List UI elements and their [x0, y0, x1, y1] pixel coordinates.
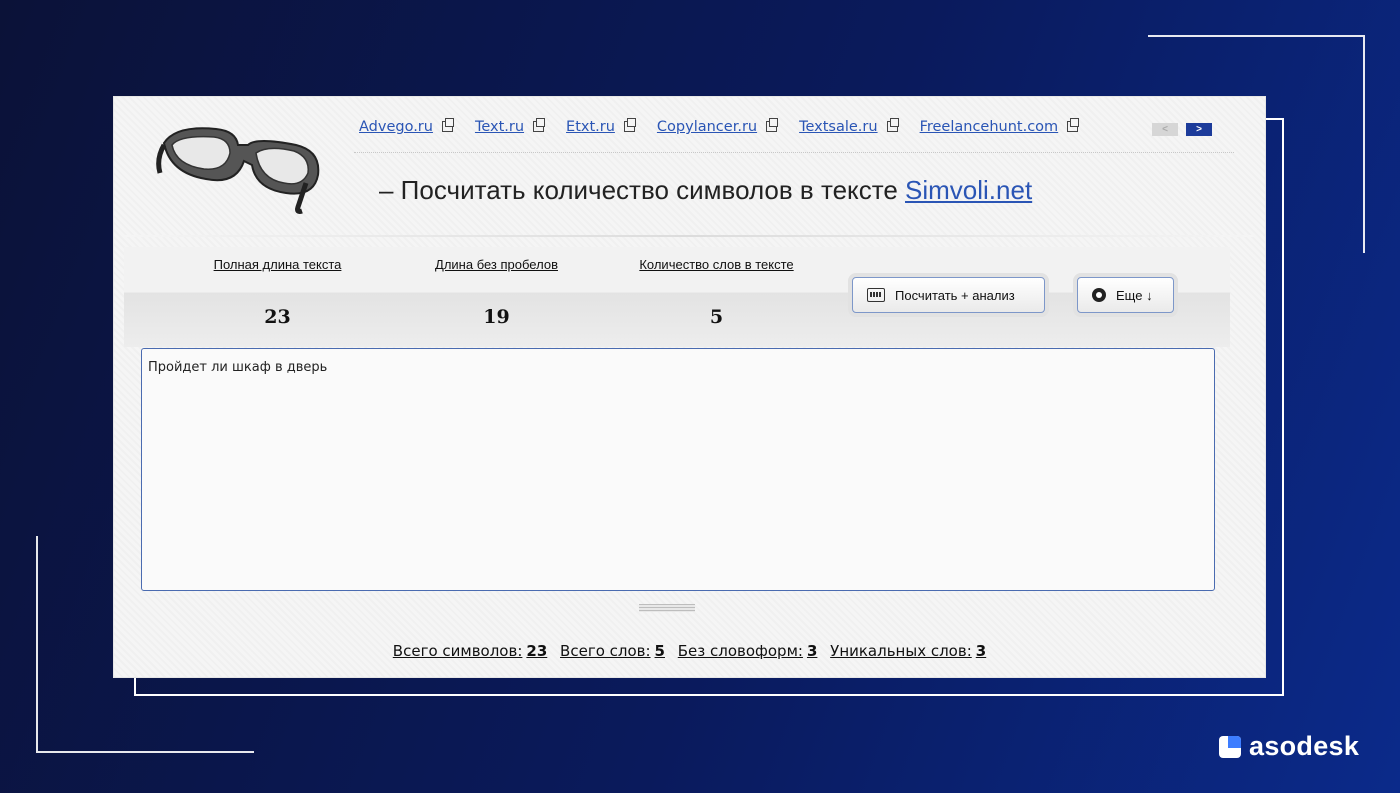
chevron-left-icon[interactable]: < [1152, 123, 1178, 136]
brand-name: asodesk [1249, 731, 1360, 761]
summary-total-chars: Всего символов: 23 [393, 642, 547, 660]
asodesk-brand: asodesk [1219, 731, 1359, 762]
external-link-icon [1067, 117, 1080, 132]
carousel-arrows: < > [1152, 123, 1212, 136]
resize-handle[interactable] [639, 604, 695, 612]
summary-total-chars-value: 23 [526, 642, 548, 660]
summary-unique-words-value: 3 [975, 642, 987, 660]
nav-item-copylancer[interactable]: Copylancer.ru [657, 117, 779, 135]
nav-item-advego[interactable]: Advego.ru [359, 117, 454, 135]
nav-link-etxt[interactable]: Etxt.ru [566, 119, 615, 135]
summary-no-wordforms-label[interactable]: Без словоформ: [678, 642, 803, 660]
asodesk-logo-icon [1219, 735, 1241, 758]
stat-no-spaces-label[interactable]: Длина без пробелов [429, 257, 564, 272]
nav-link-textru[interactable]: Text.ru [475, 119, 524, 135]
summary-total-chars-label[interactable]: Всего символов: [393, 642, 523, 660]
nav-link-copylancer[interactable]: Copylancer.ru [657, 119, 757, 135]
page-title: – Посчитать количество символов в тексте… [379, 175, 1032, 206]
screenshot-window: Advego.ru Text.ru Etxt.ru Copylancer.ru … [114, 97, 1265, 677]
stat-no-spaces: Длина без пробелов 19 [429, 257, 564, 328]
nav-item-textru[interactable]: Text.ru [475, 117, 546, 135]
stat-full-length-value: 23 [264, 306, 291, 328]
calculate-analyze-label: Посчитать + анализ [895, 287, 1015, 303]
stat-words: Количество слов в тексте 5 [634, 257, 799, 328]
settings-icon [1092, 288, 1106, 302]
stat-words-value: 5 [709, 306, 724, 328]
dotted-divider [354, 152, 1234, 153]
summary-no-wordforms-value: 3 [806, 642, 818, 660]
nav-link-freelancehunt[interactable]: Freelancehunt.com [920, 119, 1059, 135]
site-link[interactable]: Simvoli.net [905, 175, 1032, 205]
glasses-logo-icon [156, 127, 320, 214]
nav-item-textsale[interactable]: Textsale.ru [799, 117, 899, 135]
external-link-icon [766, 117, 779, 132]
summary-total-words: Всего слов: 5 [560, 642, 665, 660]
external-link-icon [886, 117, 899, 132]
header-divider [124, 235, 1255, 237]
stat-words-label[interactable]: Количество слов в тексте [634, 257, 799, 272]
summary-bar: Всего символов: 23 Всего слов: 5 Без слово… [114, 642, 1265, 660]
nav-item-freelancehunt[interactable]: Freelancehunt.com [920, 117, 1080, 135]
calculator-icon [867, 288, 885, 302]
calculate-analyze-button[interactable]: Посчитать + анализ [852, 277, 1045, 313]
stats-panel: Полная длина текста 23 Длина без пробело… [124, 247, 1230, 347]
stat-no-spaces-value: 19 [483, 306, 510, 328]
summary-unique-words-label[interactable]: Уникальных слов: [830, 642, 972, 660]
summary-total-words-value: 5 [654, 642, 665, 660]
nav-link-textsale[interactable]: Textsale.ru [799, 119, 877, 135]
summary-unique-words: Уникальных слов: 3 [830, 642, 986, 660]
chevron-right-icon[interactable]: > [1186, 123, 1212, 136]
more-button[interactable]: Еще ↓ [1077, 277, 1174, 313]
more-label: Еще ↓ [1116, 287, 1153, 303]
nav-item-etxt[interactable]: Etxt.ru [566, 117, 636, 135]
external-link-icon [533, 117, 546, 132]
summary-total-words-label[interactable]: Всего слов: [560, 642, 651, 660]
stat-full-length: Полная длина текста 23 [210, 257, 345, 328]
external-link-icon [623, 117, 636, 132]
text-input-area[interactable]: Пройдет ли шкаф в дверь [141, 348, 1215, 591]
summary-no-wordforms: Без словоформ: 3 [678, 642, 818, 660]
partner-links-nav: Advego.ru Text.ru Etxt.ru Copylancer.ru … [359, 117, 1100, 135]
page-title-text: – Посчитать количество символов в тексте [379, 175, 906, 205]
stat-full-length-label[interactable]: Полная длина текста [210, 257, 345, 272]
nav-link-advego[interactable]: Advego.ru [359, 119, 433, 135]
external-link-icon [441, 117, 454, 132]
